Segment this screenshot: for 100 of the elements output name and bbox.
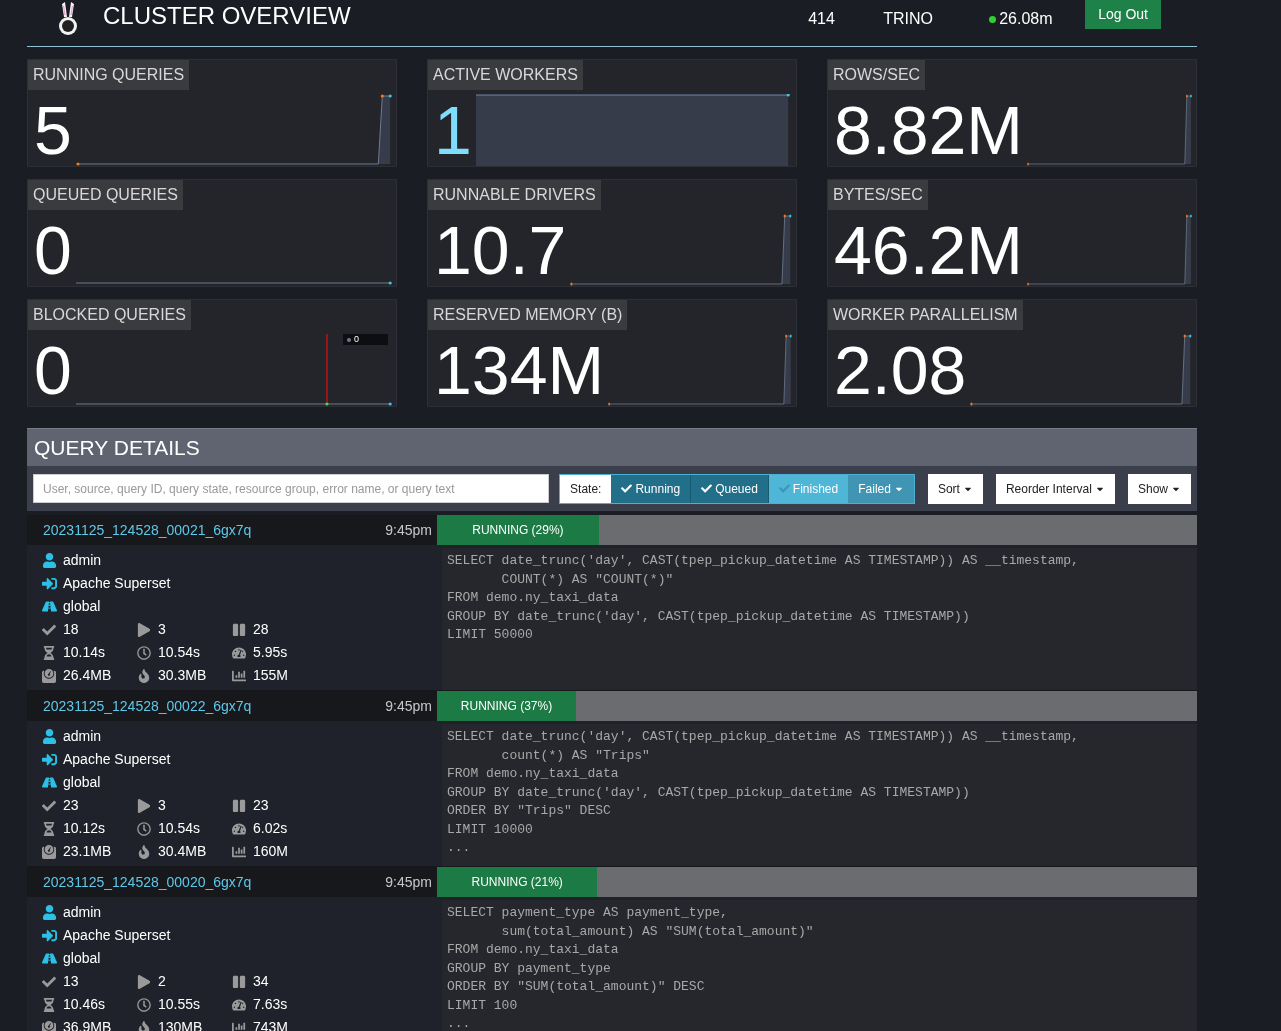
version-value: 414 [808,9,836,29]
search-field[interactable]: User, source, query ID, query state, resource group, error name, or query text [33,474,550,503]
metric-value: 5 [33,94,73,166]
flame-icon [137,1020,151,1031]
gauge-icon [232,997,246,1012]
play-icon [137,974,151,989]
check-icon [42,974,56,989]
query-stat: 30.3MB [158,666,207,685]
query-stat: 10.54s [158,819,201,838]
logout-button[interactable]: Log Out [1085,0,1161,29]
metric-value: 10.7 [433,214,568,286]
check-icon [621,483,633,494]
query-stat: 5.95s [253,643,288,662]
metric-value: 1 [433,94,473,166]
check-icon [42,622,56,637]
query-stat: 3 [158,620,166,639]
pause-icon [232,974,246,989]
query-time: 9:45pm [385,872,432,892]
progress-status: RUNNING (29%) [471,522,565,539]
clock-icon [137,821,151,836]
sign-in-icon [42,752,57,767]
query-sql: SELECT date_trunc('day', CAST(tpep_pickup_datetime AS TIMESTAMP)) AS __timestamp, COUNT(*) AS "COUNT(*)" FROM demo.ny_taxi_data GROUP BY date_trunc('day', CAST(tpep_pickup_datetime AS TIMESTAMP)) LIMIT 50000 [447,552,1080,644]
state-label: State: [560,474,612,503]
sign-in-icon [42,928,57,943]
check-icon [778,483,790,494]
query-source: Apache Superset [63,574,171,593]
menu-dropdown[interactable]: Sort [927,473,983,504]
metric-value: 2.08 [833,334,968,406]
hourglass-icon [42,645,56,660]
uptime-value: 26.08m [999,9,1053,29]
play-icon [137,622,151,637]
query-stat: 160M [253,842,289,861]
pause-icon [232,798,246,813]
state-filter-toggle[interactable]: Running [611,474,692,503]
road-icon [42,775,57,790]
query-stat: 23.1MB [63,842,112,861]
metric-label: ACTIVE WORKERS [428,60,583,90]
check-icon [42,798,56,813]
query-stat: 23 [63,796,79,815]
resource-group: global [63,948,101,969]
metric-value: 0 [33,214,73,286]
query-stat: 30.4MB [158,842,207,861]
clock-icon [137,997,151,1012]
query-stat: 13 [63,972,79,991]
query-time: 9:45pm [385,520,432,540]
metric-label: BYTES/SEC [828,180,928,210]
bar-chart-icon [232,1020,246,1031]
check-icon [701,483,713,494]
play-icon [137,798,151,813]
query-stat: 23 [253,796,269,815]
query-id-link[interactable]: 20231125_124528_00020_6gx7q [43,871,252,893]
query-source: Apache Superset [63,926,171,945]
progress-status: RUNNING (21%) [470,874,564,891]
query-id-link[interactable]: 20231125_124528_00022_6gx7q [43,695,252,717]
query-user: admin [63,903,102,922]
hourglass-icon [42,821,56,836]
menu-dropdown[interactable]: Reorder Interval [995,473,1115,504]
query-stat: 10.54s [158,643,201,662]
hourglass-icon [42,997,56,1012]
menu-dropdown[interactable]: Show [1127,473,1191,504]
query-stat: 18 [63,620,79,639]
gauge-icon [232,821,246,836]
metric-value: 134M [433,334,606,406]
metric-label: BLOCKED QUERIES [28,300,191,330]
metric-label: RESERVED MEMORY (B) [428,300,628,330]
query-user: admin [63,551,102,570]
page-title: CLUSTER OVERVIEW [103,1,351,31]
query-sql: SELECT date_trunc('day', CAST(tpep_pickup_datetime AS TIMESTAMP)) AS __timestamp, count(*) AS "Trips" FROM demo.ny_taxi_data GROUP BY date_trunc('day', CAST(tpep_pickup_datetime AS TIMESTAMP)) ORDER BY "Trips" DESC LIMIT 10000 ... [447,728,1080,857]
query-stat: 10.14s [63,643,106,662]
scale-icon [42,844,56,859]
query-stat: 10.46s [63,995,106,1014]
section-title: QUERY DETAILS [34,434,200,461]
metric-label: QUEUED QUERIES [28,180,183,210]
query-stat: 2 [158,972,166,991]
road-icon [42,951,57,966]
metric-label: ROWS/SEC [828,60,926,90]
pause-icon [232,622,246,637]
resource-group: global [63,772,101,793]
query-stat: 7.63s [253,995,288,1014]
query-stat: 10.12s [63,819,106,838]
state-filter-toggle[interactable]: Queued [691,474,769,503]
metric-label: RUNNING QUERIES [28,60,190,90]
query-stat: 6.02s [253,819,288,838]
query-user: admin [63,727,102,746]
metric-label: WORKER PARALLELISM [828,300,1023,330]
flame-icon [137,668,151,683]
bar-chart-icon [232,668,246,683]
user-icon [42,553,57,568]
metric-value: 0 [33,334,73,406]
clock-icon [137,645,151,660]
progress-status: RUNNING (37%) [459,698,554,715]
metric-value: 8.82M [833,94,1024,166]
road-icon [42,599,57,614]
scale-icon [42,1020,56,1031]
query-sql: SELECT payment_type AS payment_type, sum(total_amount) AS "SUM(total_amount)" FROM demo.ny_taxi_data GROUP BY payment_type ORDER BY "SUM(total_amount)" DESC LIMIT 100 ... [447,904,815,1031]
metric-value: 46.2M [833,214,1024,286]
query-id-link[interactable]: 20231125_124528_00021_6gx7q [43,519,252,541]
query-stat: 3 [158,796,166,815]
resource-group: global [63,596,101,617]
environment-value: TRINO [883,9,934,29]
